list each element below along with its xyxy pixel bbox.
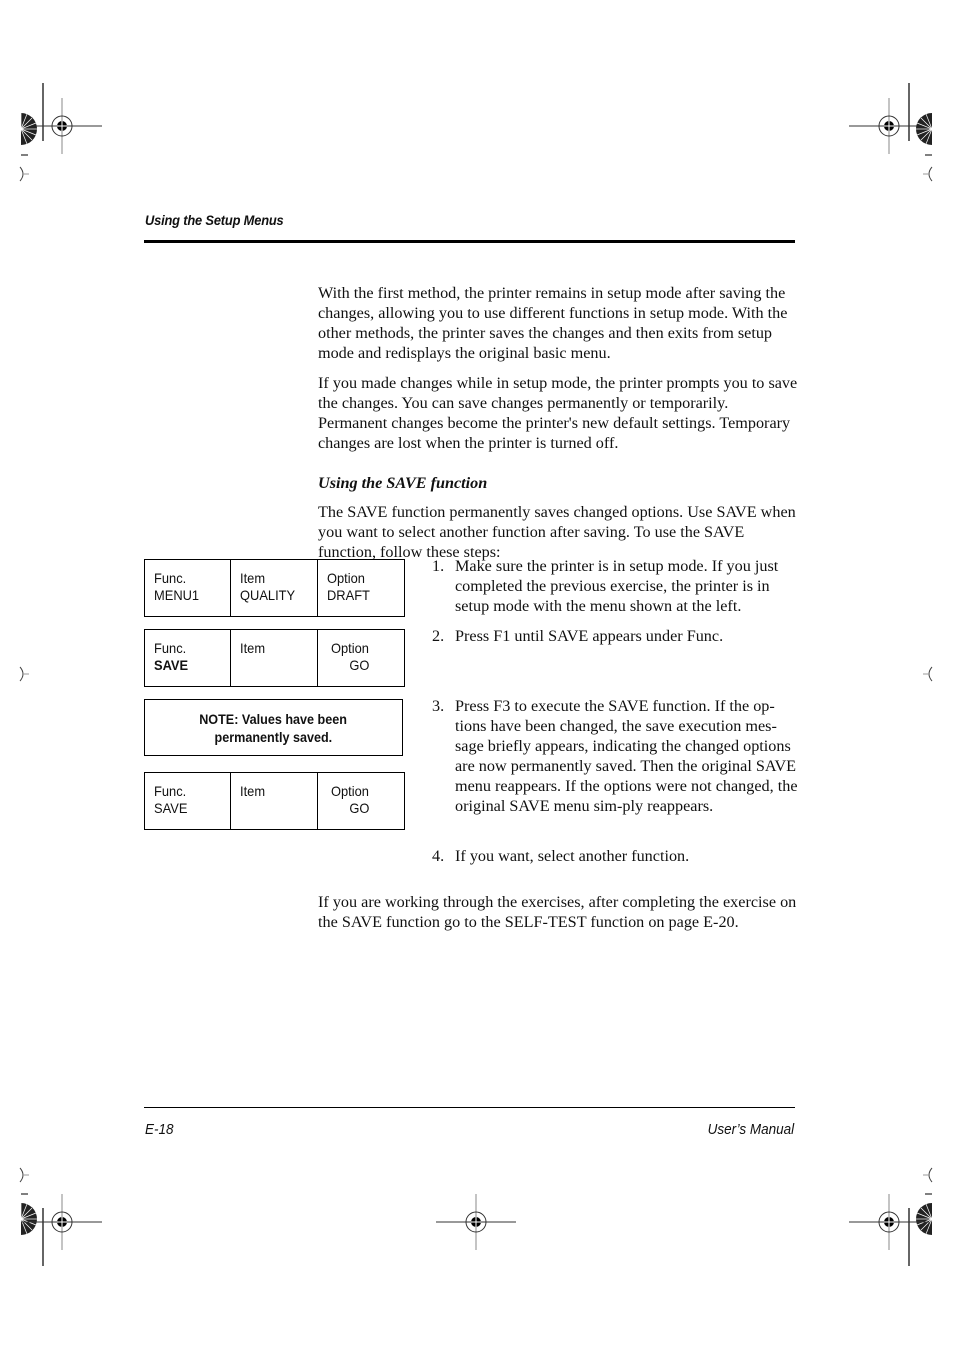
note-line-2: permanently saved. xyxy=(214,729,333,745)
option-label: Option xyxy=(327,570,365,586)
save-prompt-paragraph: If you made changes while in setup mode,… xyxy=(318,374,798,453)
func-value: MENU1 xyxy=(154,587,200,603)
option-label: Option xyxy=(331,783,369,799)
item-label: Item xyxy=(240,640,266,656)
item-cell: Item xyxy=(231,630,318,686)
item-label: Item xyxy=(240,570,266,586)
item-cell: Item QUALITY xyxy=(231,560,318,616)
func-value: SAVE xyxy=(154,800,188,816)
option-cell: Option GO xyxy=(318,773,404,829)
lcd-display-save: Func. SAVE Item Option GO xyxy=(144,629,405,687)
step-number: 4. xyxy=(432,847,445,865)
step-number: 3. xyxy=(432,697,445,715)
step-text: If you want, select another function. xyxy=(455,847,690,865)
running-head: Using the Setup Menus xyxy=(145,212,284,228)
step-text: Press F3 to execute the SAVE function. I… xyxy=(455,697,798,815)
option-value: GO xyxy=(349,800,370,816)
option-cell: Option DRAFT xyxy=(318,560,404,616)
footer-rule xyxy=(144,1107,795,1108)
item-label: Item xyxy=(240,783,266,799)
func-cell: Func. SAVE xyxy=(145,630,231,686)
func-cell: Func. MENU1 xyxy=(145,560,231,616)
option-cell: Option GO xyxy=(318,630,404,686)
option-value: GO xyxy=(349,657,370,673)
lcd-display-save-reappears: Func. SAVE Item Option GO xyxy=(144,772,405,830)
item-cell: Item xyxy=(231,773,318,829)
func-label: Func. xyxy=(154,783,187,799)
func-label: Func. xyxy=(154,570,187,586)
step-item: 1. Make sure the printer is in setup mod… xyxy=(432,556,802,616)
page-number: E-18 xyxy=(145,1121,174,1138)
item-value: QUALITY xyxy=(240,587,296,603)
section-subheading: Using the SAVE function xyxy=(318,474,488,493)
manual-title: User’s Manual xyxy=(707,1121,794,1138)
option-label: Option xyxy=(331,640,369,656)
step-number: 2. xyxy=(432,627,445,645)
step-text: Make sure the printer is in setup mode. … xyxy=(455,557,779,615)
lcd-display-menu1: Func. MENU1 Item QUALITY Option DRAFT xyxy=(144,559,405,617)
step-number: 1. xyxy=(432,557,445,575)
save-note-display: NOTE: Values have been permanently saved… xyxy=(144,699,403,756)
func-value: SAVE xyxy=(154,657,189,673)
step-item: 2. Press F1 until SAVE appears under Fun… xyxy=(432,626,802,646)
next-exercise-paragraph: If you are working through the exercises… xyxy=(318,893,797,932)
save-function-paragraph: The SAVE function permanently saves chan… xyxy=(318,503,796,562)
option-value: DRAFT xyxy=(327,587,370,603)
func-label: Func. xyxy=(154,640,187,656)
header-rule xyxy=(144,240,795,243)
intro-paragraph: With the first method, the printer remai… xyxy=(318,284,788,363)
func-cell: Func. SAVE xyxy=(145,773,231,829)
step-item: 3. Press F3 to execute the SAVE function… xyxy=(432,696,802,816)
step-item: 4. If you want, select another function. xyxy=(432,846,802,866)
note-line-1: NOTE: Values have been xyxy=(199,711,348,727)
step-text: Press F1 until SAVE appears under Func. xyxy=(455,627,724,645)
